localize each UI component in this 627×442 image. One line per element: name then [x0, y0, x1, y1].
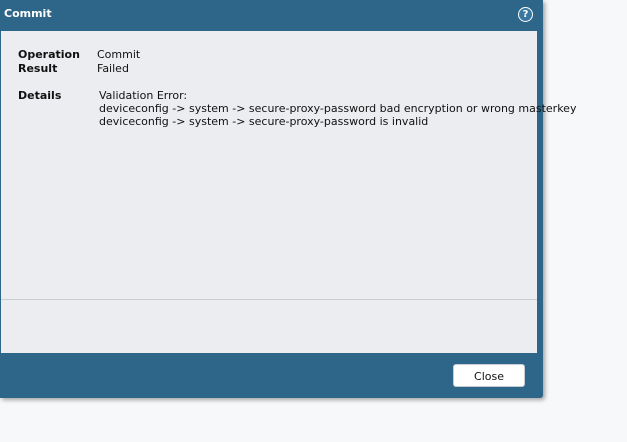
dialog-spacer-panel: [1, 299, 537, 353]
details-line: deviceconfig -> system -> secure-proxy-p…: [99, 102, 577, 115]
dialog-titlebar[interactable]: Commit ?: [0, 0, 543, 30]
dialog-title: Commit: [4, 7, 52, 20]
result-value: Failed: [97, 62, 129, 75]
details-label: Details: [18, 89, 62, 102]
details-line: deviceconfig -> system -> secure-proxy-p…: [99, 115, 429, 128]
operation-label: Operation: [18, 48, 80, 61]
result-label: Result: [18, 62, 58, 75]
dialog-body: Operation Commit Result Failed Details V…: [1, 31, 576, 299]
details-line: Validation Error:: [99, 89, 188, 102]
close-button[interactable]: Close: [453, 364, 525, 387]
commit-dialog: Commit ? Operation Commit Result Failed …: [0, 0, 576, 398]
help-icon[interactable]: ?: [518, 7, 533, 22]
operation-value: Commit: [97, 48, 141, 61]
